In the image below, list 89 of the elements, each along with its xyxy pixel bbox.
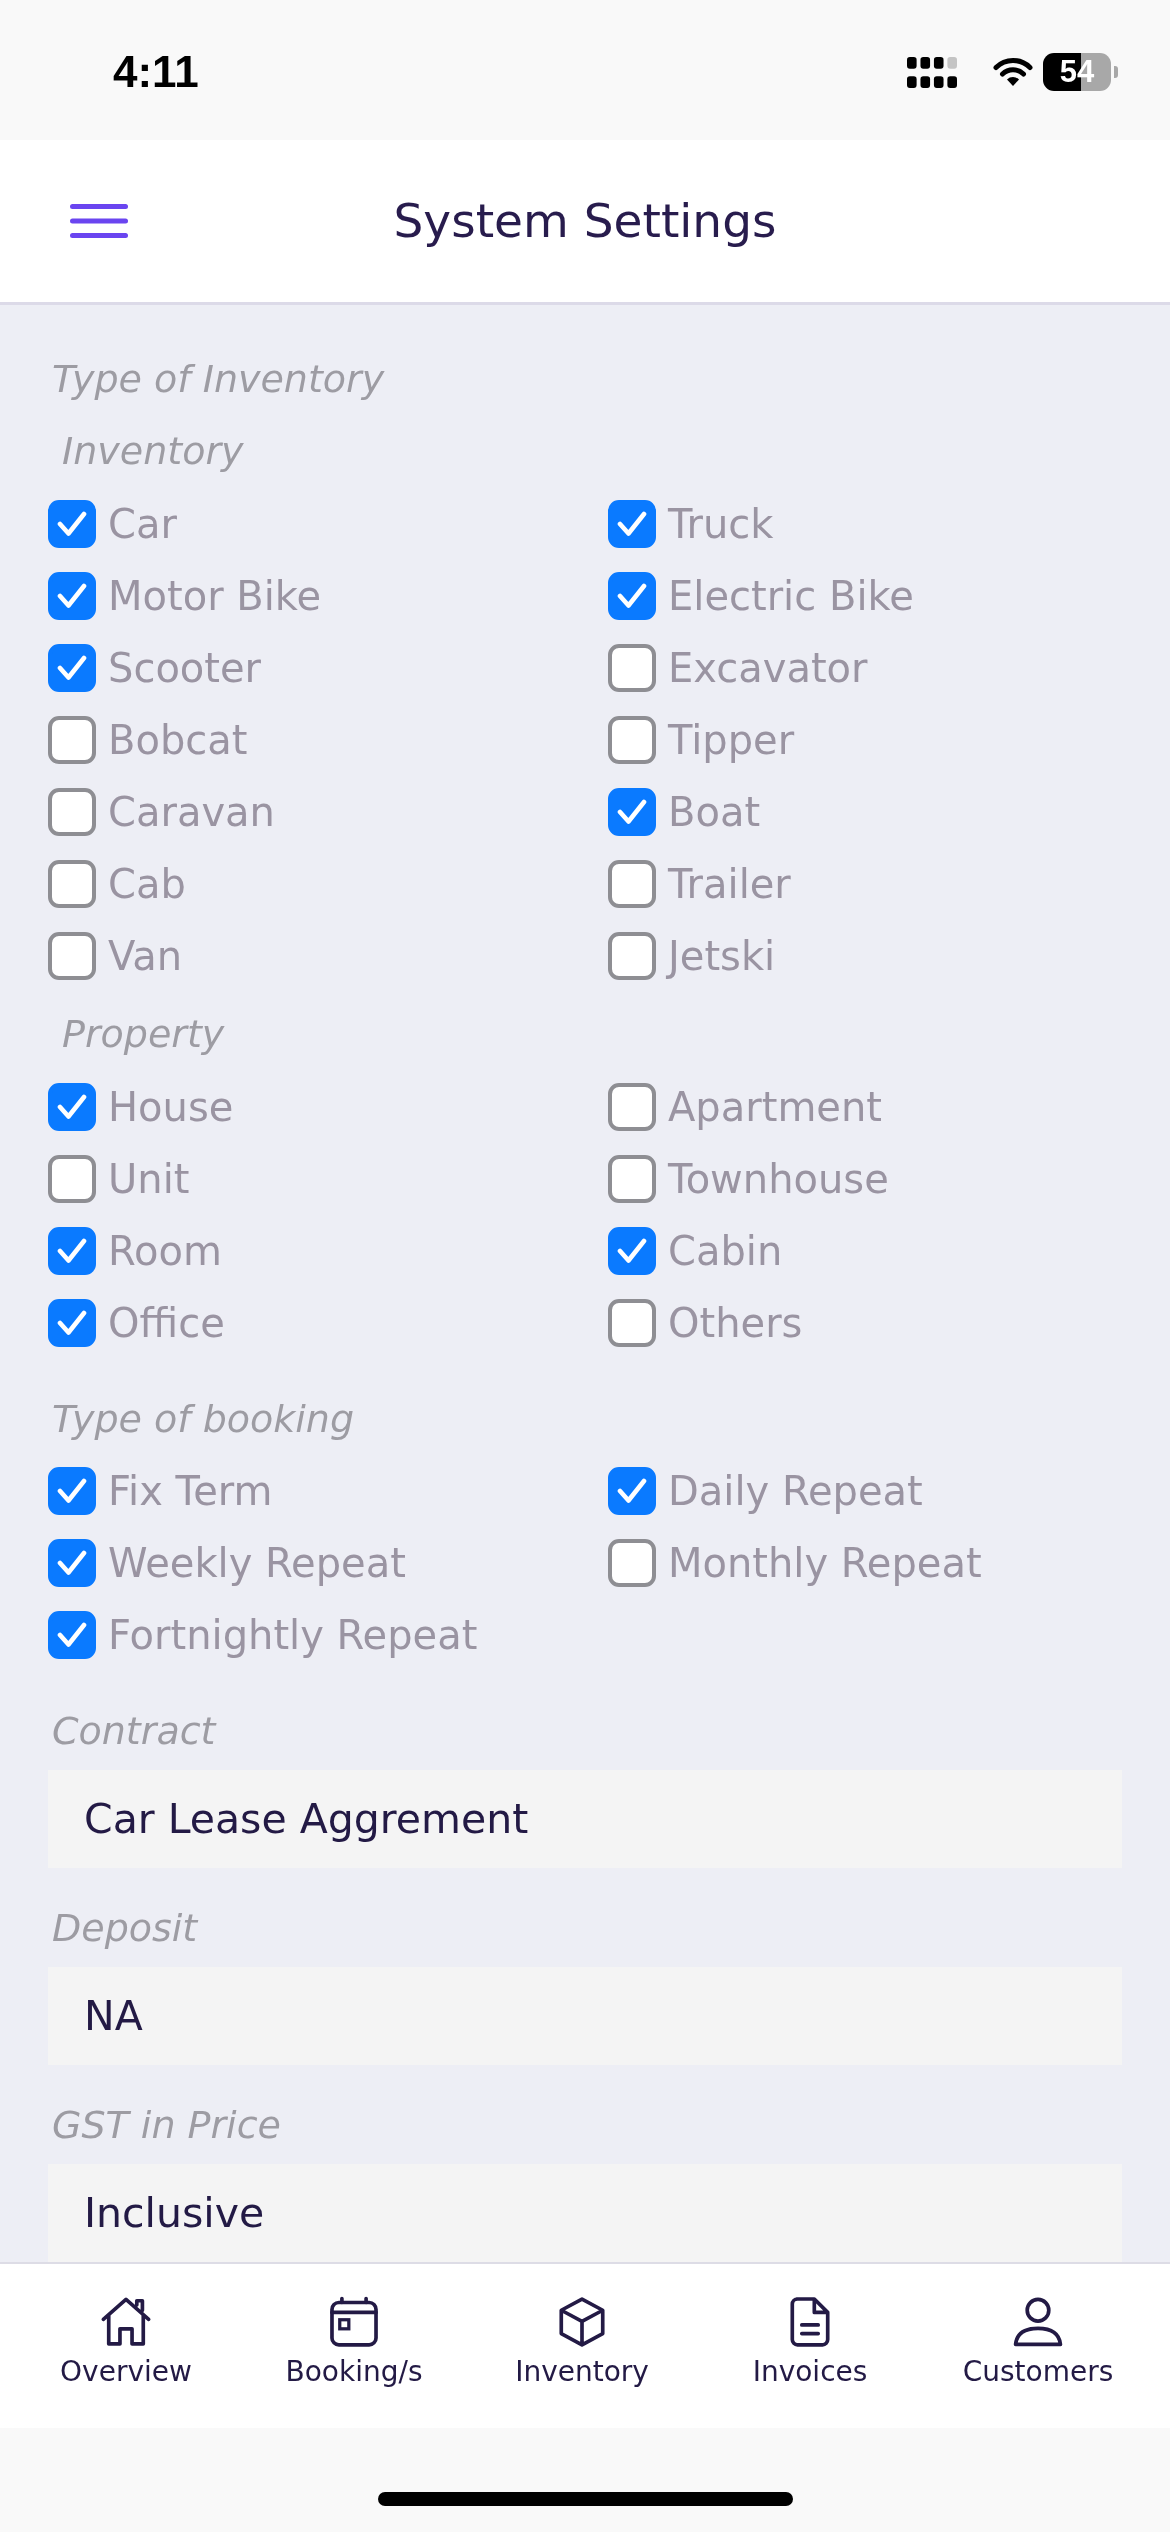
- checkbox[interactable]: [608, 644, 656, 692]
- check-icon: [57, 655, 87, 681]
- check-icon: [57, 1622, 87, 1648]
- section-heading: Type of Inventory: [51, 356, 386, 403]
- checkbox[interactable]: [48, 500, 96, 548]
- checkbox[interactable]: [608, 500, 656, 548]
- text-field[interactable]: NA: [48, 1967, 1122, 2065]
- checkbox-label: Boat: [668, 788, 761, 836]
- tab-button[interactable]: Invoices: [752, 2264, 868, 2388]
- checkbox-label: Jetski: [668, 932, 776, 980]
- check-icon: [57, 1310, 87, 1336]
- checkbox-label: Motor Bike: [108, 572, 322, 620]
- checkbox-label: Room: [108, 1227, 222, 1275]
- checkbox-label: Tipper: [668, 716, 795, 764]
- checkbox[interactable]: [608, 1155, 656, 1203]
- checkbox[interactable]: [608, 860, 656, 908]
- checkbox-label: Weekly Repeat: [108, 1539, 406, 1587]
- check-icon: [57, 583, 87, 609]
- checkbox-label: Townhouse: [668, 1155, 889, 1203]
- check-icon: [57, 1094, 87, 1120]
- checkbox[interactable]: [48, 572, 96, 620]
- tab-button[interactable]: Overview: [60, 2264, 192, 2388]
- checkbox[interactable]: [48, 860, 96, 908]
- checkbox-label: Daily Repeat: [668, 1467, 923, 1515]
- checkbox-label: Apartment: [668, 1083, 882, 1131]
- status-time: 4:11: [113, 50, 199, 94]
- check-icon: [617, 799, 647, 825]
- checkbox-label: Fortnightly Repeat: [108, 1611, 478, 1659]
- group-heading: Property: [61, 1011, 226, 1058]
- checkbox-label: Caravan: [108, 788, 275, 836]
- check-icon: [57, 1238, 87, 1264]
- menu-icon[interactable]: [70, 204, 128, 238]
- checkbox[interactable]: [608, 572, 656, 620]
- wifi-icon: [993, 57, 1033, 87]
- checkbox[interactable]: [48, 1155, 96, 1203]
- checkbox-label: Cabin: [668, 1227, 783, 1275]
- checkbox-label: Truck: [668, 500, 774, 548]
- checkbox[interactable]: [48, 1299, 96, 1347]
- checkbox[interactable]: [48, 1227, 96, 1275]
- check-icon: [617, 1238, 647, 1264]
- field-label: Contract: [51, 1708, 218, 1755]
- tab-button[interactable]: Customers: [962, 2264, 1114, 2388]
- checkbox-label: House: [108, 1083, 234, 1131]
- checkbox-label: Bobcat: [108, 716, 248, 764]
- checkbox[interactable]: [608, 1299, 656, 1347]
- check-icon: [57, 1478, 87, 1504]
- checkbox-label: Van: [108, 932, 183, 980]
- checkbox[interactable]: [48, 716, 96, 764]
- check-icon: [617, 1478, 647, 1504]
- checkbox-label: Electric Bike: [668, 572, 914, 620]
- checkbox[interactable]: [608, 1083, 656, 1131]
- checkbox-label: Others: [668, 1299, 803, 1347]
- check-icon: [617, 583, 647, 609]
- checkbox[interactable]: [48, 644, 96, 692]
- checkbox[interactable]: [608, 1467, 656, 1515]
- text-field[interactable]: Car Lease Aggrement: [48, 1770, 1122, 1868]
- check-icon: [617, 511, 647, 537]
- checkbox[interactable]: [48, 1611, 96, 1659]
- checkbox[interactable]: [608, 716, 656, 764]
- checkbox[interactable]: [48, 932, 96, 980]
- section-heading: Type of booking: [51, 1396, 356, 1443]
- checkbox-label: Cab: [108, 860, 186, 908]
- checkbox[interactable]: [48, 1539, 96, 1587]
- checkbox[interactable]: [608, 1227, 656, 1275]
- checkbox-label: Excavator: [668, 644, 868, 692]
- checkbox-label: Unit: [108, 1155, 190, 1203]
- battery-tip-icon: [1114, 66, 1118, 78]
- checkbox[interactable]: [48, 788, 96, 836]
- checkbox[interactable]: [608, 788, 656, 836]
- checkbox[interactable]: [608, 932, 656, 980]
- checkbox[interactable]: [48, 1083, 96, 1131]
- checkbox-label: Car: [108, 500, 177, 548]
- tab-button[interactable]: Inventory: [515, 2264, 649, 2388]
- checkbox[interactable]: [48, 1467, 96, 1515]
- tab-button[interactable]: Booking/s: [285, 2264, 423, 2388]
- checkbox-label: Monthly Repeat: [668, 1539, 982, 1587]
- check-icon: [57, 511, 87, 537]
- checkbox-label: Fix Term: [108, 1467, 273, 1515]
- field-label: GST in Price: [51, 2102, 282, 2149]
- group-heading: Inventory: [61, 428, 245, 475]
- check-icon: [57, 1550, 87, 1576]
- text-field[interactable]: Inclusive: [48, 2164, 1122, 2262]
- checkbox[interactable]: [608, 1539, 656, 1587]
- checkbox-label: Office: [108, 1299, 225, 1347]
- checkbox-label: Scooter: [108, 644, 262, 692]
- page-title: System Settings: [393, 192, 777, 250]
- checkbox-label: Trailer: [668, 860, 791, 908]
- field-label: Deposit: [51, 1905, 200, 1952]
- signal-icon: [907, 56, 957, 88]
